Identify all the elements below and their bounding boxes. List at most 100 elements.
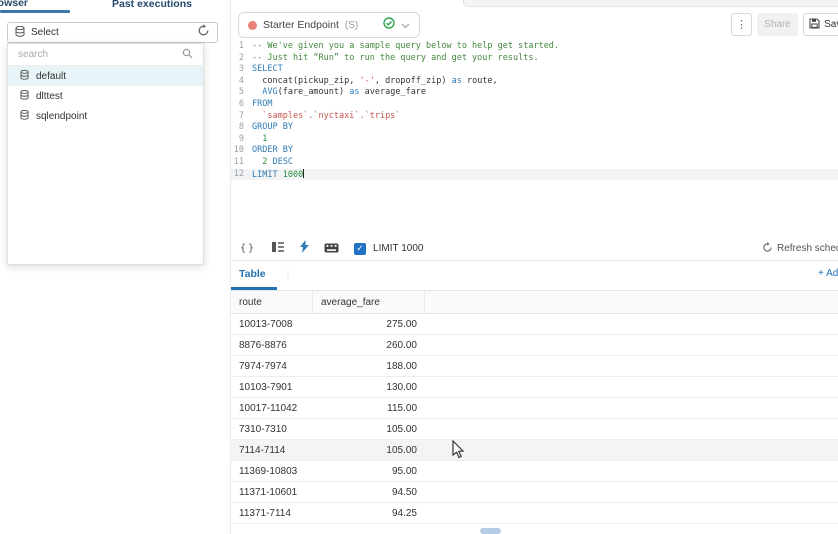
cell-route: 11371-7114 — [231, 503, 313, 523]
horizontal-scrollbar-thumb[interactable] — [480, 528, 501, 534]
save-button-label: Save — [824, 19, 838, 30]
database-icon — [20, 110, 29, 123]
code-line[interactable]: 12LIMIT 1000 — [231, 169, 838, 181]
refresh-schedule-label: Refresh schedule — [777, 243, 838, 254]
cell-average-fare: 275.00 — [313, 314, 425, 334]
column-header-route[interactable]: route — [231, 291, 313, 313]
table-row: 10013-7008275.00 — [231, 314, 838, 335]
keyboard-shortcuts-icon[interactable] — [324, 240, 339, 258]
table-row: 11371-1060194.50 — [231, 482, 838, 503]
column-header-average-fare[interactable]: average_fare — [313, 291, 425, 313]
code-line[interactable]: 1-- We've given you a sample query below… — [231, 41, 838, 53]
line-number: 3 — [231, 64, 252, 76]
code-line[interactable]: 8GROUP BY — [231, 122, 838, 134]
cell-filler — [425, 419, 838, 439]
line-number: 4 — [231, 76, 252, 88]
line-number: 8 — [231, 122, 252, 134]
cell-filler — [425, 314, 838, 334]
indent-icon[interactable] — [271, 240, 285, 258]
database-item-label: sqlendpoint — [36, 111, 87, 122]
table-row: 7310-7310105.00 — [231, 419, 838, 440]
refresh-schedule-button[interactable]: Refresh schedule — [762, 242, 838, 256]
cell-average-fare: 94.25 — [313, 503, 425, 523]
endpoint-name: Starter Endpoint — [263, 19, 339, 31]
tab-past-executions[interactable]: Past executions — [112, 0, 192, 12]
cell-route: 10017-11042 — [231, 398, 313, 418]
schema-select-label: Select — [31, 27, 191, 38]
refresh-icon[interactable] — [197, 24, 210, 42]
endpoint-status-dot-icon — [248, 21, 257, 30]
active-tab-underline — [0, 10, 70, 13]
schema-select[interactable]: Select — [7, 22, 218, 43]
table-row: 7974-7974188.00 — [231, 356, 838, 377]
database-item-label: dlttest — [36, 91, 63, 102]
endpoint-selector[interactable]: Starter Endpoint (S) — [238, 12, 420, 38]
code-line[interactable]: 3SELECT — [231, 64, 838, 76]
code-line[interactable]: 10ORDER BY — [231, 145, 838, 157]
database-icon — [20, 70, 29, 83]
database-icon — [20, 90, 29, 103]
cell-filler — [425, 356, 838, 376]
schema-search[interactable]: search — [8, 44, 203, 66]
chevron-down-icon — [401, 16, 410, 34]
editor-toolbar: {} ✓ LIMIT 1000 Refresh schedule — [231, 237, 838, 260]
cell-average-fare: 130.00 — [313, 377, 425, 397]
cell-route: 10103-7901 — [231, 377, 313, 397]
code-line[interactable]: 11 2 DESC — [231, 157, 838, 169]
cell-average-fare: 105.00 — [313, 440, 425, 460]
database-item-default[interactable]: default — [8, 66, 203, 86]
code-line[interactable]: 9 1 — [231, 134, 838, 146]
database-item-dlttest[interactable]: dlttest — [8, 86, 203, 106]
status-check-icon — [383, 16, 395, 34]
code-line[interactable]: 2-- Just hit “Run” to run the query and … — [231, 53, 838, 65]
database-item-sqlendpoint[interactable]: sqlendpoint — [8, 106, 203, 126]
code-line[interactable]: 4 concat(pickup_zip, '-', dropoff_zip) a… — [231, 76, 838, 88]
save-button[interactable]: Save — [803, 13, 838, 36]
limit-checkbox[interactable]: ✓ — [354, 243, 366, 255]
share-button[interactable]: Share — [757, 13, 798, 36]
code-editor[interactable]: 1-- We've given you a sample query below… — [231, 41, 838, 180]
line-number: 9 — [231, 134, 252, 146]
line-number: 6 — [231, 99, 252, 111]
code-line[interactable]: 6FROM — [231, 99, 838, 111]
cell-route: 11371-10601 — [231, 482, 313, 502]
line-number: 11 — [231, 157, 252, 169]
cell-filler — [425, 377, 838, 397]
cell-filler — [425, 503, 838, 523]
cell-average-fare: 105.00 — [313, 419, 425, 439]
cell-route: 11369-10803 — [231, 461, 313, 481]
lightning-icon[interactable] — [300, 240, 309, 258]
cell-filler — [425, 335, 838, 355]
line-number: 10 — [231, 145, 252, 157]
sql-editor-app: Browser Past executions Select search de… — [0, 0, 838, 534]
tab-past-executions-label: Past executions — [112, 0, 192, 10]
column-header-filler — [425, 291, 838, 313]
table-tab-kebab-icon[interactable]: ⋮ — [283, 268, 293, 279]
schema-search-placeholder: search — [18, 49, 182, 60]
code-line[interactable]: 5 AVG(fare_amount) as average_fare — [231, 87, 838, 99]
tab-schema-browser-label: Browser — [0, 0, 28, 9]
kebab-icon: ⋮ — [736, 18, 747, 31]
cell-route: 10013-7008 — [231, 314, 313, 334]
schema-dropdown-panel: search default dlttest sqlendpoint — [7, 43, 204, 265]
tab-table[interactable]: Table — [239, 268, 266, 280]
table-row: 11369-1080395.00 — [231, 461, 838, 482]
table-row: 11371-711494.25 — [231, 503, 838, 524]
more-options-button[interactable]: ⋮ — [731, 13, 752, 36]
line-number: 7 — [231, 111, 252, 123]
results-tab-bar: Table ⋮ + Add — [231, 261, 838, 290]
results-table-header: route average_fare — [231, 291, 838, 314]
cell-route: 8876-8876 — [231, 335, 313, 355]
editor-tabstrip — [463, 0, 838, 7]
database-item-label: default — [36, 71, 66, 82]
results-table: route average_fare 10013-7008275.008876-… — [231, 291, 838, 524]
line-number: 1 — [231, 41, 252, 53]
cell-filler — [425, 482, 838, 502]
code-line[interactable]: 7 `samples`.`nyctaxi`.`trips` — [231, 111, 838, 123]
save-icon — [809, 18, 820, 32]
mouse-cursor — [452, 440, 465, 464]
format-code-icon[interactable]: {} — [240, 243, 256, 254]
table-row: 8876-8876260.00 — [231, 335, 838, 356]
add-visualization-button[interactable]: + Add — [818, 268, 838, 279]
cell-average-fare: 260.00 — [313, 335, 425, 355]
